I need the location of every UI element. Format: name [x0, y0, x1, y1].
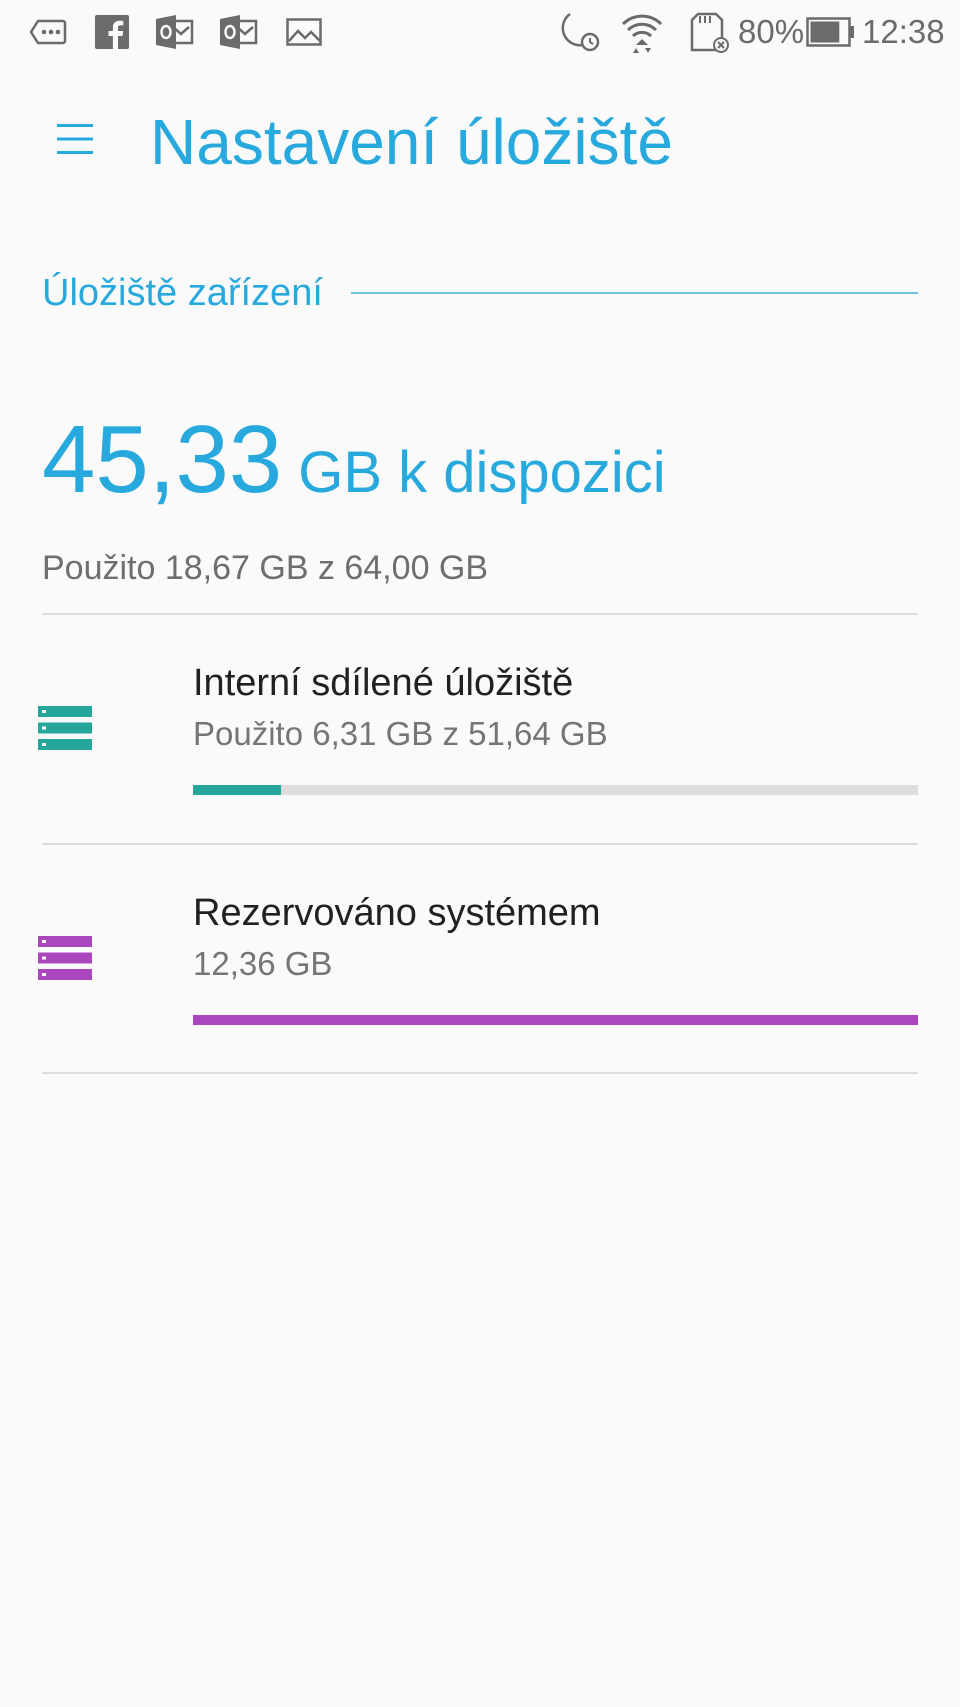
free-label: GB k dispozici	[298, 440, 666, 505]
battery-icon	[806, 14, 856, 50]
storage-item-system[interactable]: Rezervováno systémem 12,36 GB	[0, 844, 960, 1072]
item-subtitle: 12,36 GB	[193, 945, 333, 982]
message-icon	[28, 14, 68, 50]
usage-bar-fill	[193, 1015, 918, 1025]
outlook-icon	[220, 14, 258, 50]
free-space: 45,33 GB k dispozici	[42, 405, 922, 543]
wifi-icon	[620, 12, 664, 54]
storage-summary: 45,33 GB k dispozici Použito 18,67 GB z 6…	[42, 405, 922, 588]
storage-icon	[38, 936, 92, 980]
usage-bar	[193, 1015, 918, 1025]
storage-icon	[38, 706, 92, 750]
facebook-icon	[94, 14, 130, 50]
menu-button[interactable]	[44, 108, 106, 170]
divider	[42, 1072, 918, 1074]
item-subtitle: Použito 6,31 GB z 51,64 GB	[193, 715, 608, 752]
battery-percent: 80%	[738, 13, 805, 50]
item-title: Rezervováno systémem	[193, 892, 601, 934]
do-not-disturb-alarm-icon	[556, 12, 602, 54]
app-bar: Nastavení úložiště	[0, 80, 960, 200]
section-title: Úložiště zařízení	[42, 271, 323, 314]
free-amount: 45,33	[42, 406, 283, 513]
sd-card-icon	[690, 12, 730, 54]
gallery-icon	[286, 14, 322, 50]
status-bar: 80% 12:38	[0, 0, 960, 66]
section-header: Úložiště zařízení	[42, 268, 918, 318]
clock: 12:38	[862, 13, 945, 50]
outlook-icon	[156, 14, 194, 50]
item-title: Interní sdílené úložiště	[193, 662, 574, 704]
section-divider	[350, 292, 918, 294]
usage-bar-fill	[193, 785, 282, 795]
battery-fill	[810, 21, 840, 43]
storage-item-internal[interactable]: Interní sdílené úložiště Použito 6,31 GB…	[0, 614, 960, 842]
used-summary: Použito 18,67 GB z 64,00 GB	[42, 549, 489, 587]
menu-icon	[57, 124, 93, 154]
usage-bar	[193, 785, 918, 795]
page-title: Nastavení úložiště	[150, 106, 673, 178]
